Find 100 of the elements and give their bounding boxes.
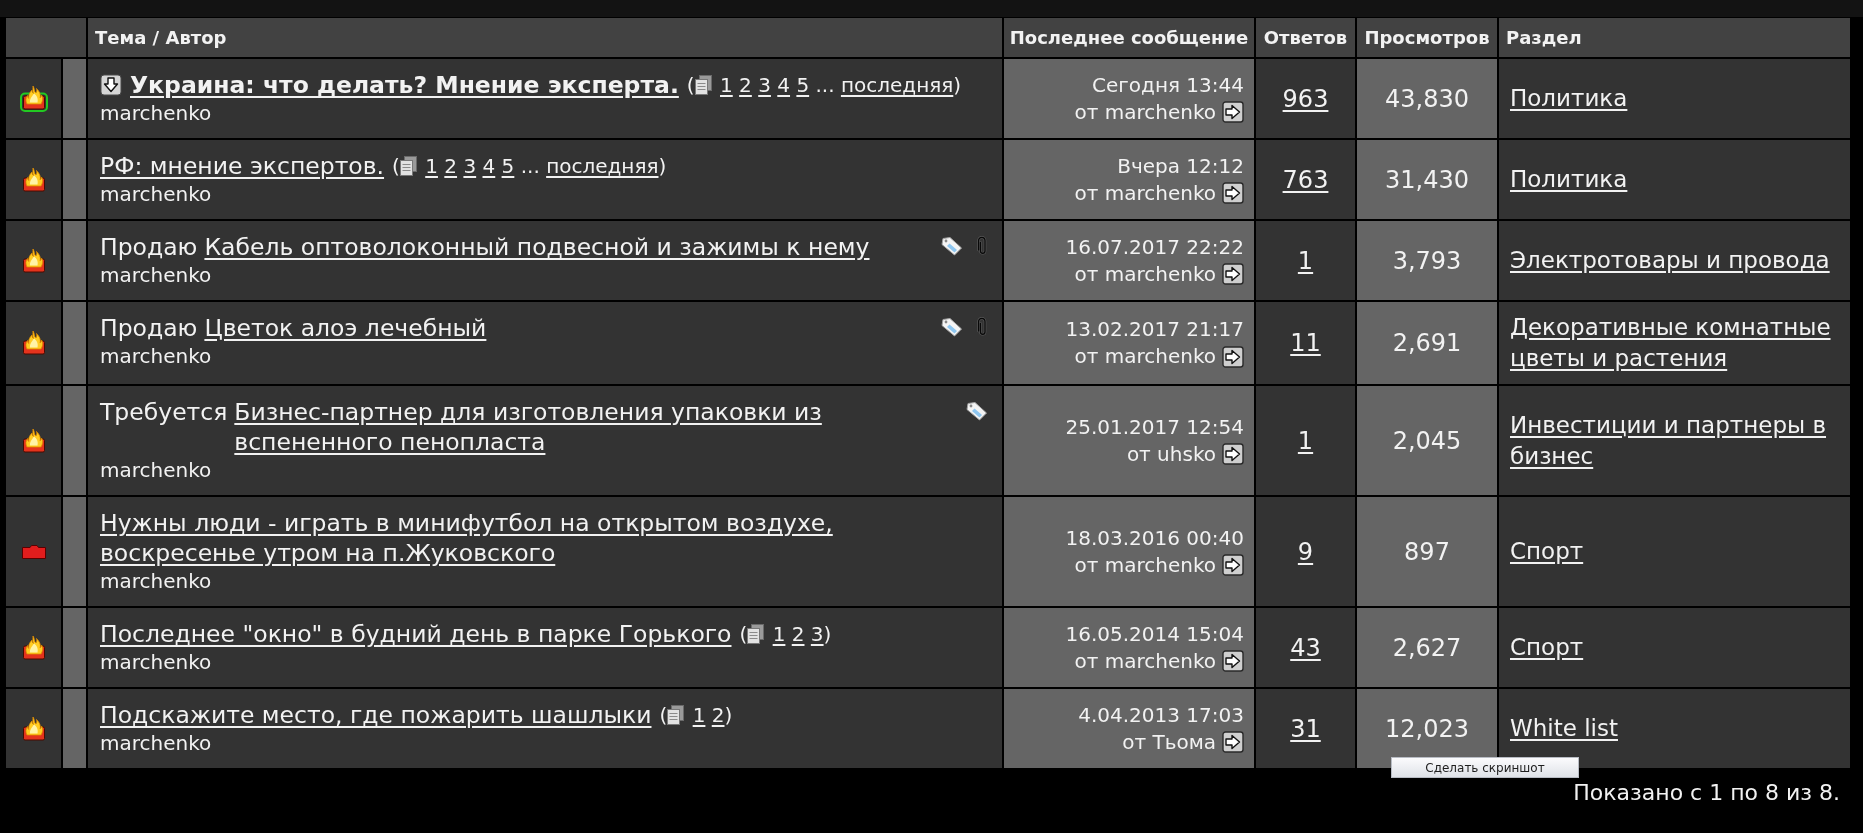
view-count: 2,627 [1392, 633, 1462, 662]
right-arrow-icon[interactable] [1222, 443, 1244, 465]
last-post-date: 25.01.2017 12:54 [1065, 413, 1244, 441]
section-link[interactable]: Электротовары и провода [1510, 245, 1830, 276]
page-link[interactable]: 2 [711, 703, 725, 727]
reply-count-link[interactable]: 1 [1297, 246, 1314, 275]
author-name: marchenko [100, 457, 213, 483]
reply-count-link[interactable]: 31 [1290, 714, 1321, 743]
last-post-date: Вчера 12:12 [1117, 152, 1244, 180]
last-post-author: от Тьома [1122, 728, 1216, 756]
thread-title-link[interactable]: Последнее "окно" в будний день в парке Горького [100, 619, 732, 649]
bracket-text: ) [953, 73, 962, 97]
results-summary: Показано с 1 по 8 из 8. [1573, 780, 1840, 805]
last-post-date: Сегодня 13:44 [1092, 71, 1244, 99]
page-link[interactable]: 2 [739, 73, 752, 97]
right-arrow-icon[interactable] [1222, 554, 1244, 576]
last-post-author: от marchenko [1074, 260, 1216, 288]
section-link[interactable]: Политика [1510, 164, 1628, 195]
view-count: 3,793 [1392, 246, 1462, 275]
section-link[interactable]: Декоративные комнатные цветы и растения [1510, 312, 1842, 374]
author-name: marchenko [100, 181, 213, 207]
column-header: Последнее сообщение [1004, 18, 1254, 57]
last-page-link[interactable]: последняя [546, 154, 659, 178]
reply-count-link[interactable]: 1 [1297, 426, 1314, 455]
last-post-date: 13.02.2017 21:17 [1065, 316, 1244, 343]
last-post-author: от marchenko [1074, 98, 1216, 126]
right-arrow-icon[interactable] [1222, 731, 1244, 753]
author-name: marchenko [100, 343, 213, 369]
author-name: marchenko [100, 649, 213, 675]
prefix-label: Продаю [100, 232, 198, 262]
page-link[interactable]: 3 [463, 154, 477, 178]
page-link[interactable]: 1 [425, 154, 438, 178]
prefix-label: Продаю [100, 313, 198, 343]
thread-title-link[interactable]: Цветок алоэ лечебный [204, 313, 487, 343]
last-post-author: от marchenko [1074, 647, 1216, 675]
last-post-date: 16.05.2014 15:04 [1065, 620, 1244, 648]
prefix-label: Требуется [100, 397, 228, 427]
reply-count-link[interactable]: 9 [1297, 537, 1314, 566]
document-stack-icon [667, 705, 685, 725]
thread-title-link[interactable]: Нужны люди - играть в минифутбол на открытом воздухе, воскресенье утром на п.Жуковского [100, 508, 988, 568]
section-link[interactable]: Спорт [1510, 536, 1584, 567]
document-stack-icon [694, 75, 712, 95]
page-link[interactable]: 5 [796, 73, 810, 97]
bracket-text: ) [823, 622, 832, 646]
page-link[interactable]: 4 [777, 73, 791, 97]
bracket-text: ) [724, 703, 733, 727]
section-link[interactable]: Политика [1510, 83, 1628, 114]
column-header: Просмотров [1357, 18, 1497, 57]
section-link[interactable]: White list [1510, 713, 1618, 744]
last-post-author: от marchenko [1074, 343, 1216, 370]
column-header: Ответов [1256, 18, 1355, 57]
last-post-date: 16.07.2017 22:22 [1065, 233, 1244, 261]
document-stack-icon [399, 156, 417, 176]
page-link[interactable]: 4 [482, 154, 496, 178]
thread-title-link[interactable]: РФ: мнение экспертов. [100, 151, 385, 181]
author-name: marchenko [100, 262, 213, 288]
bracket-text: ( [659, 703, 668, 727]
view-count: 31,430 [1385, 165, 1469, 194]
thread-title-link[interactable]: Украина: что делать? Мнение эксперта. [130, 70, 679, 100]
thread-title-link[interactable]: Бизнес-партнер для изготовления упаковки из вспененного пенопласта [234, 397, 954, 457]
reply-count-link[interactable]: 963 [1282, 84, 1329, 113]
bracket-text: ( [392, 154, 400, 178]
page-link[interactable]: 5 [501, 154, 515, 178]
right-arrow-icon[interactable] [1222, 101, 1244, 123]
thread-title-link[interactable]: Подскажите место, где пожарить шашлыки [100, 700, 652, 730]
right-arrow-icon[interactable] [1222, 263, 1244, 285]
view-count: 897 [1404, 537, 1450, 566]
last-page-link[interactable]: последняя [840, 73, 954, 97]
view-count: 2,691 [1392, 329, 1462, 357]
last-post-date: 4.04.2013 17:03 [1078, 701, 1244, 729]
thread-title-link[interactable]: Кабель оптоволоконный подвесной и зажимы к нему [204, 232, 870, 262]
right-arrow-icon[interactable] [1222, 650, 1244, 672]
page-link[interactable]: 1 [692, 703, 706, 727]
screenshot-button[interactable]: Сделать скриншот [1391, 757, 1579, 778]
reply-count-link[interactable]: 763 [1282, 165, 1329, 194]
reply-count-link[interactable]: 43 [1290, 633, 1321, 662]
last-post-author: от marchenko [1074, 179, 1216, 207]
page-link[interactable]: 1 [720, 73, 733, 97]
page-link[interactable]: 3 [758, 73, 771, 97]
bracket-text: ( [686, 73, 695, 97]
view-count: 12,023 [1385, 714, 1469, 743]
page-link[interactable]: 3 [810, 622, 824, 646]
last-post-author: от uhsko [1126, 440, 1216, 468]
column-header: Раздел [1499, 18, 1850, 57]
ellipsis-text: ... [815, 73, 835, 97]
bracket-text: ) [658, 154, 667, 178]
page-link[interactable]: 2 [791, 622, 805, 646]
page-link[interactable]: 1 [772, 622, 786, 646]
right-arrow-icon[interactable] [1222, 182, 1244, 204]
section-link[interactable]: Инвестиции и партнеры в бизнес [1510, 409, 1842, 472]
bracket-text: ( [739, 622, 748, 646]
last-post-date: 18.03.2016 00:40 [1065, 524, 1244, 552]
last-post-author: от marchenko [1074, 551, 1216, 579]
document-stack-icon [747, 624, 765, 644]
section-link[interactable]: Спорт [1510, 632, 1584, 663]
column-header: Тема / Автор [88, 18, 1002, 57]
reply-count-link[interactable]: 11 [1290, 329, 1321, 357]
author-name: marchenko [100, 730, 213, 756]
author-name: marchenko [100, 100, 213, 126]
page-link[interactable]: 2 [444, 154, 458, 178]
